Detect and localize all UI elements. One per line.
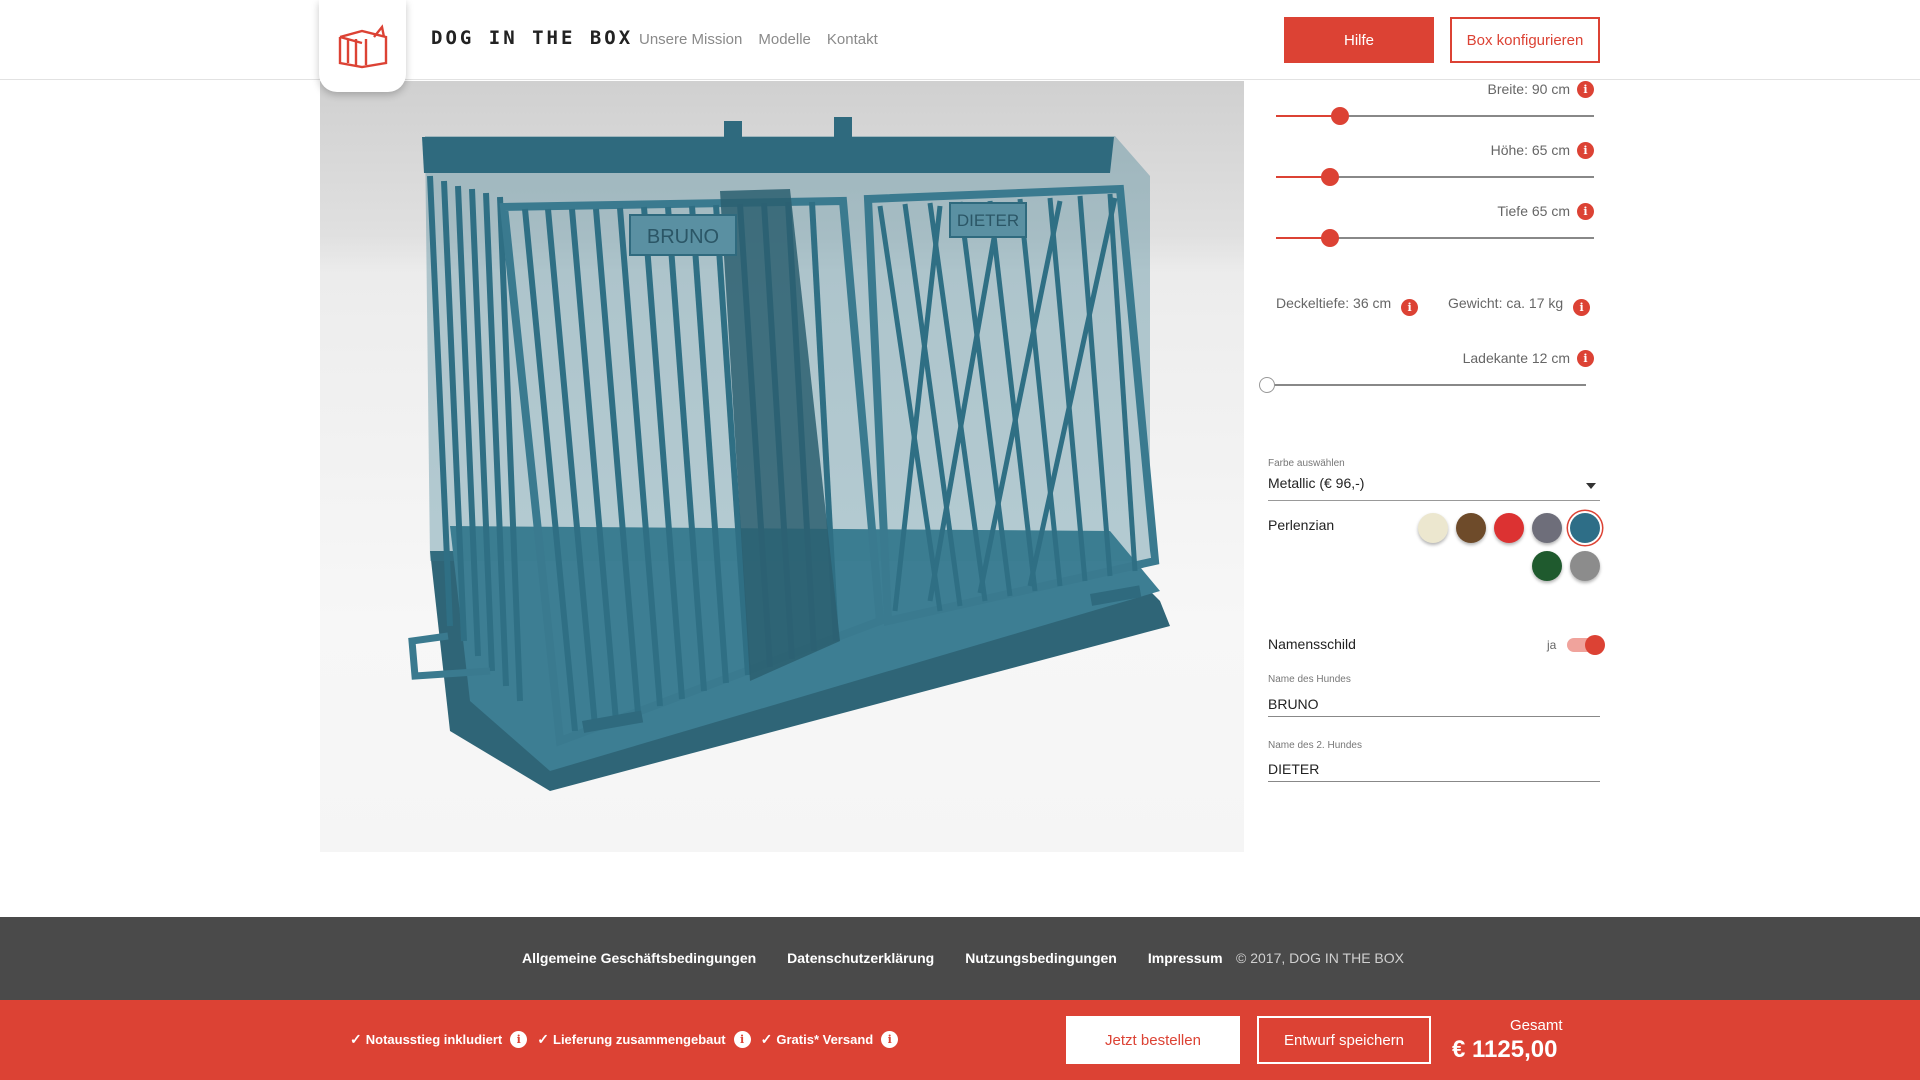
nameplate-1: BRUNO [629, 214, 737, 256]
loading-edge-slider-handle[interactable] [1259, 377, 1275, 393]
color-caption: Farbe auswählen [1268, 458, 1345, 469]
check-icon: ✓ [760, 1031, 773, 1047]
loading-edge-slider[interactable] [1259, 377, 1586, 393]
feature-item: ✓ Lieferung zusammengebaut i [537, 1031, 751, 1048]
nameplate-2: DIETER [949, 202, 1027, 238]
configure-box-button[interactable]: Box konfigurieren [1450, 17, 1600, 63]
weight-info-icon[interactable]: i [1573, 299, 1591, 316]
main-nav: Unsere Mission Modelle Kontakt [639, 31, 878, 48]
site-header: DOG IN THE BOX Unsere Mission Modelle Ko… [0, 0, 1920, 92]
footer-links: Allgemeine Geschäftsbedingungen Datensch… [522, 950, 1223, 966]
footer-link-imprint[interactable]: Impressum [1148, 950, 1223, 966]
nameplate-toggle[interactable] [1567, 635, 1605, 655]
logo[interactable] [319, 0, 406, 92]
info-icon[interactable]: i [510, 1031, 528, 1048]
nameplate-toggle-state: ja [1547, 638, 1557, 652]
width-label: Breite: 90 cm [1487, 81, 1570, 97]
dog-box-render: BRUNO DIETER [408, 117, 1170, 791]
info-icon[interactable]: i [881, 1031, 899, 1048]
order-now-button[interactable]: Jetzt bestellen [1066, 1016, 1240, 1064]
save-draft-button[interactable]: Entwurf speichern [1257, 1016, 1431, 1064]
footer-link-terms[interactable]: Allgemeine Geschäftsbedingungen [522, 950, 756, 966]
dog2-name-input[interactable] [1268, 756, 1600, 782]
dog1-caption: Name des Hundes [1268, 674, 1351, 685]
svg-text:BRUNO: BRUNO [647, 226, 719, 248]
depth-slider-handle[interactable] [1321, 229, 1340, 247]
color-select[interactable]: Metallic (€ 96,-) [1268, 475, 1600, 501]
weight-info: Gewicht: ca. 17 kg i [1448, 295, 1591, 316]
color-select-value: Metallic (€ 96,-) [1268, 475, 1365, 491]
total-label: Gesamt [1510, 1017, 1563, 1034]
total-price: € 1125,00 [1452, 1036, 1558, 1063]
width-info-icon[interactable]: i [1577, 81, 1594, 98]
feature-item: ✓ Gratis* Versand i [761, 1031, 899, 1048]
depth-label: Tiefe 65 cm [1497, 203, 1570, 219]
height-info-icon[interactable]: i [1577, 142, 1594, 159]
dog1-name-input[interactable] [1268, 691, 1600, 717]
height-slider[interactable] [1276, 168, 1594, 186]
copyright: © 2017, DOG IN THE BOX [1236, 950, 1404, 966]
site-footer: Allgemeine Geschäftsbedingungen Datensch… [0, 917, 1920, 1000]
nameplate-toggle-knob[interactable] [1585, 635, 1605, 655]
swatch-pearl-gentian[interactable] [1570, 513, 1600, 543]
lid-depth-info: Deckeltiefe: 36 cm i [1276, 295, 1419, 316]
lid-depth-info-icon[interactable]: i [1401, 299, 1419, 316]
nav-contact[interactable]: Kontakt [827, 31, 878, 48]
height-slider-handle[interactable] [1321, 168, 1340, 186]
configuration-panel: Breite: 90 cm i Höhe: 65 cm i Tiefe 65 c… [1244, 81, 1624, 782]
nameplate-label: Namensschild [1268, 636, 1356, 652]
chevron-down-icon [1586, 483, 1596, 489]
dog2-caption: Name des 2. Hundes [1268, 740, 1362, 751]
info-icon[interactable]: i [733, 1031, 751, 1048]
swatch-grey[interactable] [1570, 551, 1600, 581]
svg-text:DIETER: DIETER [957, 211, 1019, 230]
footer-link-privacy[interactable]: Datenschutzerklärung [787, 950, 934, 966]
swatch-green[interactable] [1532, 551, 1562, 581]
depth-info-icon[interactable]: i [1577, 203, 1594, 220]
order-bar: ✓ Notausstieg inkludiert i ✓ Lieferung z… [0, 1000, 1920, 1080]
feature-item: ✓ Notausstieg inkludiert i [350, 1031, 528, 1048]
swatch-red[interactable] [1494, 513, 1524, 543]
loading-edge-info-icon[interactable]: i [1577, 350, 1594, 367]
swatch-cream[interactable] [1418, 513, 1448, 543]
help-button[interactable]: Hilfe [1284, 17, 1434, 63]
width-slider-handle[interactable] [1330, 107, 1349, 125]
box-3d-viewer[interactable]: BRUNO DIETER [320, 81, 1244, 852]
box-logo-icon [338, 24, 387, 69]
selected-color-name: Perlenzian [1268, 517, 1335, 533]
footer-link-usage[interactable]: Nutzungsbedingungen [965, 950, 1117, 966]
brand-name[interactable]: DOG IN THE BOX [431, 27, 633, 49]
width-slider[interactable] [1276, 107, 1594, 125]
height-label: Höhe: 65 cm [1490, 142, 1570, 158]
check-icon: ✓ [537, 1031, 549, 1047]
swatch-brown[interactable] [1456, 513, 1486, 543]
nav-mission[interactable]: Unsere Mission [639, 31, 742, 48]
check-icon: ✓ [350, 1031, 362, 1047]
nav-models[interactable]: Modelle [758, 31, 811, 48]
feature-list: ✓ Notausstieg inkludiert i ✓ Lieferung z… [350, 1031, 899, 1048]
swatch-grey-violet[interactable] [1532, 513, 1562, 543]
loading-edge-label: Ladekante 12 cm [1462, 350, 1570, 366]
depth-slider[interactable] [1276, 229, 1594, 247]
